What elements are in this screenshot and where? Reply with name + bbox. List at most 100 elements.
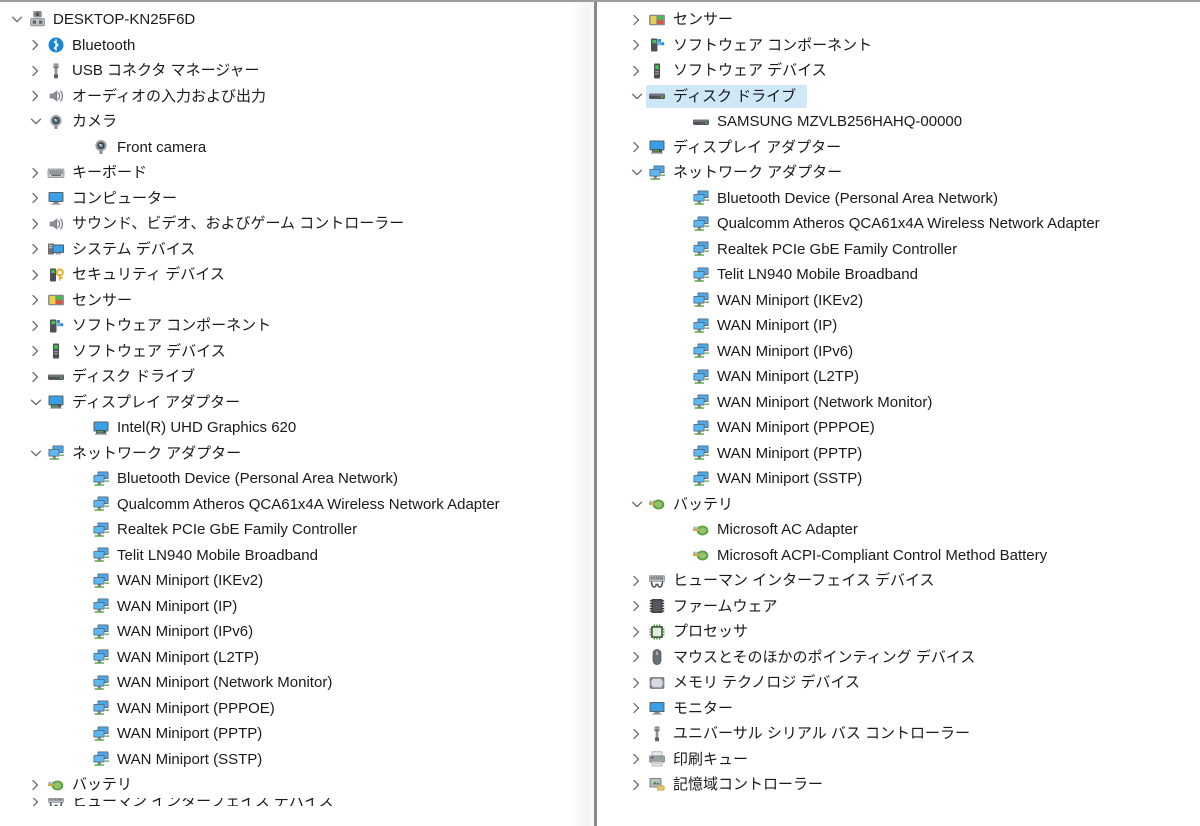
chevron-right-icon[interactable]: [26, 320, 45, 332]
chevron-right-icon[interactable]: [627, 651, 646, 663]
device-tree-leaf[interactable]: Qualcomm Atheros QCA61x4A Wireless Netwo…: [0, 492, 594, 518]
device-tree-leaf[interactable]: WAN Miniport (L2TP): [597, 364, 1200, 390]
device-tree-right[interactable]: センサー ソフトウェア コンポーネント ソフトウェア デバイス ディスク ドライブ SA…: [597, 2, 1200, 798]
chevron-right-icon[interactable]: [627, 575, 646, 587]
device-tree-node[interactable]: カメラ: [0, 109, 594, 135]
device-tree-node[interactable]: バッテリ: [0, 772, 594, 798]
device-tree-node[interactable]: ディスプレイ アダプター: [0, 390, 594, 416]
device-tree-node[interactable]: USB コネクタ マネージャー: [0, 58, 594, 84]
device-tree-leaf[interactable]: WAN Miniport (IPv6): [597, 339, 1200, 365]
device-tree-leaf[interactable]: WAN Miniport (Network Monitor): [597, 390, 1200, 416]
device-tree-leaf[interactable]: Microsoft ACPI-Compliant Control Method …: [597, 543, 1200, 569]
chevron-right-icon[interactable]: [26, 779, 45, 791]
chevron-down-icon[interactable]: [26, 117, 45, 126]
device-tree-node[interactable]: オーディオの入力および出力: [0, 84, 594, 110]
device-tree-node[interactable]: マウスとそのほかのポインティング デバイス: [597, 645, 1200, 671]
device-tree-node[interactable]: ソフトウェア コンポーネント: [0, 313, 594, 339]
device-tree-leaf[interactable]: WAN Miniport (PPTP): [0, 721, 594, 747]
chevron-down-icon[interactable]: [7, 15, 26, 24]
device-tree-node[interactable]: ファームウェア: [597, 594, 1200, 620]
chevron-down-icon[interactable]: [627, 92, 646, 101]
chevron-right-icon[interactable]: [627, 753, 646, 765]
device-tree-node[interactable]: システム デバイス: [0, 237, 594, 263]
device-tree-leaf[interactable]: WAN Miniport (PPTP): [597, 441, 1200, 467]
device-tree-leaf[interactable]: WAN Miniport (L2TP): [0, 645, 594, 671]
device-tree-leaf[interactable]: Realtek PCIe GbE Family Controller: [597, 237, 1200, 263]
device-tree-leaf[interactable]: Intel(R) UHD Graphics 620: [0, 415, 594, 441]
device-tree-leaf[interactable]: WAN Miniport (PPPOE): [597, 415, 1200, 441]
device-tree-node[interactable]: メモリ テクノロジ デバイス: [597, 670, 1200, 696]
device-tree-leaf[interactable]: SAMSUNG MZVLB256HAHQ-00000: [597, 109, 1200, 135]
device-tree-node[interactable]: ディスク ドライブ: [0, 364, 594, 390]
chevron-right-icon[interactable]: [627, 779, 646, 791]
chevron-right-icon[interactable]: [26, 269, 45, 281]
chevron-right-icon[interactable]: [627, 600, 646, 612]
device-tree-node[interactable]: キーボード: [0, 160, 594, 186]
device-tree-leaf[interactable]: WAN Miniport (IP): [0, 594, 594, 620]
chevron-down-icon[interactable]: [627, 500, 646, 509]
chevron-right-icon[interactable]: [627, 626, 646, 638]
device-tree-leaf[interactable]: WAN Miniport (IKEv2): [597, 288, 1200, 314]
chevron-down-icon[interactable]: [627, 168, 646, 177]
chevron-right-icon[interactable]: [26, 65, 45, 77]
chevron-right-icon[interactable]: [26, 797, 45, 806]
chevron-right-icon[interactable]: [627, 677, 646, 689]
chevron-down-icon[interactable]: [26, 398, 45, 407]
device-tree-node[interactable]: セキュリティ デバイス: [0, 262, 594, 288]
chevron-right-icon[interactable]: [26, 39, 45, 51]
device-tree-node[interactable]: ネットワーク アダプター: [0, 441, 594, 467]
device-tree-leaf[interactable]: Bluetooth Device (Personal Area Network): [0, 466, 594, 492]
device-tree-leaf[interactable]: WAN Miniport (Network Monitor): [0, 670, 594, 696]
device-tree-node[interactable]: コンピューター: [0, 186, 594, 212]
chevron-right-icon[interactable]: [26, 90, 45, 102]
device-tree-leaf[interactable]: Qualcomm Atheros QCA61x4A Wireless Netwo…: [597, 211, 1200, 237]
device-tree-node[interactable]: サウンド、ビデオ、およびゲーム コントローラー: [0, 211, 594, 237]
device-tree-leaf[interactable]: WAN Miniport (SSTP): [0, 747, 594, 773]
device-tree-node[interactable]: 記憶域コントローラー: [597, 772, 1200, 798]
device-tree-leaf[interactable]: Front camera: [0, 135, 594, 161]
device-tree-leaf[interactable]: WAN Miniport (PPPOE): [0, 696, 594, 722]
chevron-right-icon[interactable]: [26, 294, 45, 306]
chevron-down-icon[interactable]: [26, 449, 45, 458]
device-tree-node[interactable]: Bluetooth: [0, 33, 594, 59]
device-tree-node[interactable]: ソフトウェア コンポーネント: [597, 33, 1200, 59]
device-tree-node[interactable]: ディスク ドライブ: [597, 84, 1200, 110]
device-tree-node[interactable]: ディスプレイ アダプター: [597, 135, 1200, 161]
device-tree-node[interactable]: DESKTOP-KN25F6D: [0, 7, 594, 33]
device-tree-node[interactable]: ネットワーク アダプター: [597, 160, 1200, 186]
chevron-right-icon[interactable]: [26, 218, 45, 230]
device-tree-leaf[interactable]: Telit LN940 Mobile Broadband: [597, 262, 1200, 288]
device-tree-node[interactable]: センサー: [0, 288, 594, 314]
chevron-right-icon[interactable]: [627, 141, 646, 153]
device-tree-leaf[interactable]: Telit LN940 Mobile Broadband: [0, 543, 594, 569]
device-tree-leaf[interactable]: Microsoft AC Adapter: [597, 517, 1200, 543]
device-tree-node[interactable]: センサー: [597, 7, 1200, 33]
device-tree-right-panel[interactable]: センサー ソフトウェア コンポーネント ソフトウェア デバイス ディスク ドライブ SA…: [594, 2, 1200, 826]
device-tree-node[interactable]: モニター: [597, 696, 1200, 722]
chevron-right-icon[interactable]: [627, 65, 646, 77]
chevron-right-icon[interactable]: [627, 14, 646, 26]
device-tree-leaf[interactable]: Bluetooth Device (Personal Area Network): [597, 186, 1200, 212]
chevron-right-icon[interactable]: [26, 371, 45, 383]
device-tree-node[interactable]: ソフトウェア デバイス: [597, 58, 1200, 84]
device-tree-node[interactable]: ユニバーサル シリアル バス コントローラー: [597, 721, 1200, 747]
device-tree-leaf[interactable]: WAN Miniport (IP): [597, 313, 1200, 339]
device-tree-leaf[interactable]: Realtek PCIe GbE Family Controller: [0, 517, 594, 543]
chevron-right-icon[interactable]: [627, 702, 646, 714]
device-tree-leaf[interactable]: WAN Miniport (IPv6): [0, 619, 594, 645]
chevron-right-icon[interactable]: [26, 192, 45, 204]
device-tree-leaf[interactable]: WAN Miniport (SSTP): [597, 466, 1200, 492]
device-tree-leaf[interactable]: WAN Miniport (IKEv2): [0, 568, 594, 594]
device-tree-node[interactable]: バッテリ: [597, 492, 1200, 518]
chevron-right-icon[interactable]: [627, 39, 646, 51]
device-tree-left-panel[interactable]: DESKTOP-KN25F6D Bluetooth USB コネクタ マネージャーオ…: [0, 2, 594, 826]
chevron-right-icon[interactable]: [26, 167, 45, 179]
device-tree-left[interactable]: DESKTOP-KN25F6D Bluetooth USB コネクタ マネージャーオ…: [0, 2, 594, 806]
chevron-right-icon[interactable]: [26, 243, 45, 255]
device-tree-node[interactable]: ヒューマン インターフェイス デバイス: [597, 568, 1200, 594]
chevron-right-icon[interactable]: [627, 728, 646, 740]
device-tree-node[interactable]: ソフトウェア デバイス: [0, 339, 594, 365]
device-tree-node[interactable]: ヒューマン インターフェイス デバイス: [0, 797, 594, 806]
chevron-right-icon[interactable]: [26, 345, 45, 357]
device-tree-node[interactable]: プロセッサ: [597, 619, 1200, 645]
